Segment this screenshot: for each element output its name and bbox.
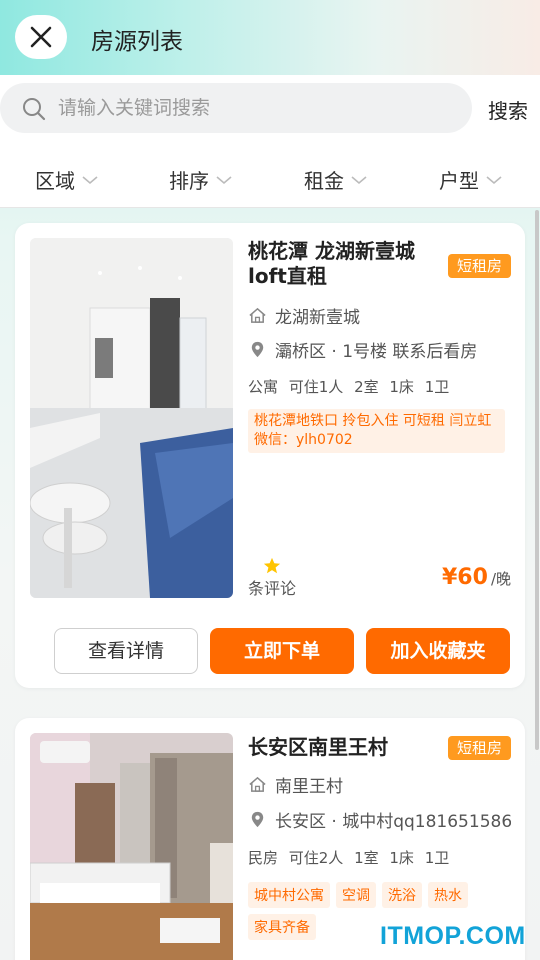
location-text: 灞桥区 · 1号楼 联系后看房 (275, 342, 478, 362)
feature-tag: 家具齐备 (248, 914, 316, 940)
promo-text: 桃花潭地铁口 拎包入住 可短租 闫立虹微信：ylh0702 (248, 409, 505, 453)
home-icon (249, 307, 266, 323)
order-now-button[interactable]: 立即下单 (210, 628, 354, 674)
price: ¥60 /晚 (442, 565, 511, 590)
price-value: ¥60 (442, 565, 488, 590)
type-badge: 短租房 (448, 736, 511, 760)
filter-sort-label: 排序 (169, 169, 209, 193)
comments-count: 条评论 (248, 579, 297, 598)
search-icon (23, 98, 46, 121)
chevron-down-icon (216, 175, 232, 184)
chevron-down-icon (486, 175, 502, 184)
add-favorite-button[interactable]: 加入收藏夹 (366, 628, 510, 674)
home-icon (249, 776, 266, 792)
search-row: 搜索 (0, 75, 540, 145)
search-input[interactable] (58, 91, 458, 125)
search-box[interactable] (0, 83, 472, 133)
listing-card[interactable]: 桃花潭 龙湖新壹城loft直租 短租房 龙湖新壹城 灞桥区 · 1号楼 联系后看… (15, 223, 525, 688)
scrollbar[interactable] (535, 210, 539, 750)
star-icon (263, 557, 281, 574)
close-button[interactable] (15, 15, 67, 59)
location-pin-icon (251, 811, 264, 828)
chevron-down-icon (82, 175, 98, 184)
filter-rent-label: 租金 (304, 169, 344, 193)
chevron-down-icon (351, 175, 367, 184)
listing-photo[interactable] (30, 238, 233, 598)
filter-area-label: 区域 (35, 169, 75, 193)
page-title: 房源列表 (91, 29, 183, 55)
community-line: 南里王村 (248, 772, 511, 797)
feature-tag: 洗浴 (382, 882, 422, 908)
location-line: 灞桥区 · 1号楼 联系后看房 (248, 337, 511, 362)
feature-tag: 城中村公寓 (248, 882, 330, 908)
type-badge: 短租房 (448, 254, 511, 278)
filter-sort[interactable]: 排序 (169, 165, 233, 194)
search-button[interactable]: 搜索 (488, 95, 528, 124)
watermark-logo: ITMOP.COM (380, 922, 526, 950)
location-pin-icon (251, 341, 264, 358)
filter-bar: 区域 排序 租金 户型 (0, 145, 540, 208)
room-specs: 民房 可住2人 1室 1床 1卫 (248, 849, 450, 867)
filter-layout[interactable]: 户型 (439, 165, 503, 194)
filter-area[interactable]: 区域 (35, 165, 99, 194)
location-text: 长安区 · 城中村qq1816515860 (275, 812, 511, 832)
listing-title[interactable]: 长安区南里王村 (248, 735, 443, 760)
listing-photo[interactable] (30, 733, 233, 960)
price-unit: /晚 (490, 570, 511, 588)
community-line: 龙湖新壹城 (248, 303, 511, 328)
room-specs: 公寓 可住1人 2室 1床 1卫 (248, 378, 450, 396)
close-icon (30, 26, 52, 48)
feature-tag: 热水 (428, 882, 468, 908)
filter-rent[interactable]: 租金 (304, 165, 368, 194)
community-name: 南里王村 (275, 777, 343, 797)
listing-title[interactable]: 桃花潭 龙湖新壹城loft直租 (248, 239, 443, 289)
location-line: 长安区 · 城中村qq1816515860 (248, 807, 511, 832)
header-bar: 房源列表 (0, 0, 540, 75)
community-name: 龙湖新壹城 (275, 308, 360, 328)
filter-layout-label: 户型 (439, 169, 479, 193)
feature-tag: 空调 (336, 882, 376, 908)
view-details-button[interactable]: 查看详情 (54, 628, 198, 674)
